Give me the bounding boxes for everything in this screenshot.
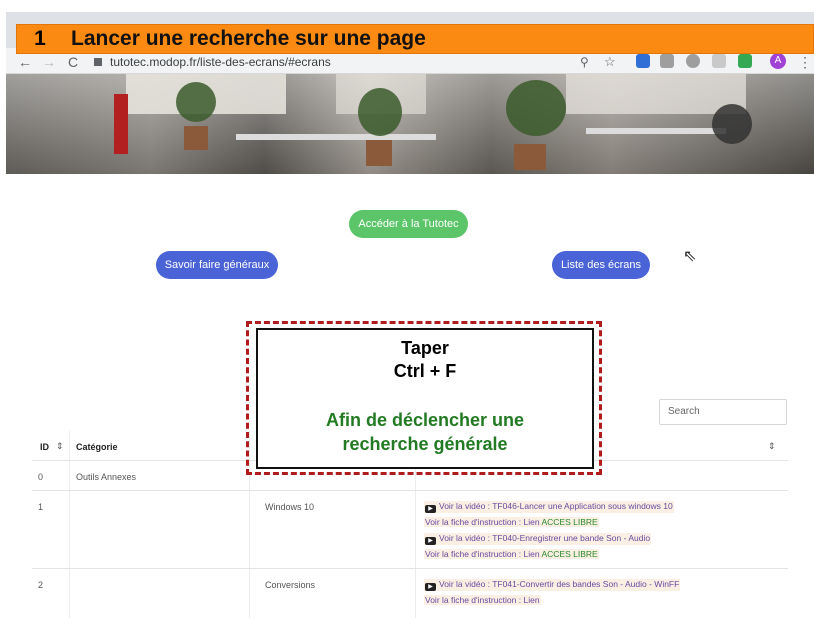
row-ecran: Windows 10 [265,502,315,512]
video-link[interactable]: ▶ Voir la vidéo : TF040-Enregistrer une b… [424,533,652,545]
youtube-play-icon: ▶ [425,505,436,513]
pdf-extension-icon[interactable] [660,54,674,68]
url-text: tutotec.modop.fr/liste-des-ecrans/#ecran… [110,55,331,69]
hero-plant [176,82,216,122]
cast-icon[interactable] [712,54,726,68]
hero-plant [506,80,566,136]
instruction-link[interactable]: Voir la fiche d'instruction : Lien ACCES… [424,517,599,527]
search-input[interactable]: Search [659,399,787,425]
row-id: 2 [38,580,44,590]
annotation-line-4: recherche générale [342,434,508,454]
annotation-shortcut: Ctrl + F [393,361,457,381]
mouse-pointer-icon: ⇖ [683,248,697,265]
video-link[interactable]: ▶ Voir la vidéo : TF046-Lancer une Applic… [424,501,674,513]
circle-extension-icon[interactable] [686,54,700,68]
savoir-faire-button[interactable]: Savoir faire généraux [156,251,278,279]
profile-avatar[interactable]: A [770,53,786,69]
annotation-line-1: Taper [401,338,449,358]
sort-icon[interactable]: ⇕ [56,441,64,452]
row-categorie: Outils Annexes [76,472,137,482]
hero-pot [514,144,546,170]
shield-extension-icon[interactable] [738,54,752,68]
back-arrow-icon[interactable]: ← [18,52,32,72]
reload-icon[interactable]: C [68,52,78,72]
forward-arrow-icon[interactable]: → [42,52,56,72]
row-id: 1 [38,502,44,512]
annotation-callout: Taper Ctrl + F Afin de déclencher une re… [246,321,602,475]
column-header-categorie[interactable]: Catégorie [76,442,118,452]
column-header-id[interactable]: ID [40,442,49,452]
row-id: 0 [38,472,44,482]
office-hero-image [6,74,814,174]
row-ecran: Conversions [265,580,316,590]
video-link[interactable]: ▶ Voir la vidéo : TF041-Convertir des ban… [424,579,681,591]
hero-desk [236,134,436,140]
tutotec-button[interactable]: Accéder à la Tutotec [349,210,468,238]
instruction-link[interactable]: Voir la fiche d'instruction : Lien ACCES… [424,549,599,559]
hero-pot [366,140,392,166]
address-bar[interactable]: tutotec.modop.fr/liste-des-ecrans/#ecran… [94,52,564,72]
youtube-play-icon: ▶ [425,583,436,591]
hero-pot [184,126,208,150]
lock-icon [94,58,102,66]
extension-icon[interactable] [636,54,650,68]
annotation-line-3: Afin de déclencher une [325,410,525,430]
hero-desk [586,128,726,134]
hero-ball [712,104,752,144]
step-number: 1 [19,26,61,52]
title-banner: 1 Lancer une recherche sur une page [16,24,814,54]
bookmark-star-icon[interactable]: ☆ [604,52,616,72]
youtube-play-icon: ▶ [425,537,436,545]
table-row: 2 Conversions ▶ Voir la vidéo : TF041-Con… [32,569,788,618]
banner-title: Lancer une recherche sur une page [71,27,426,50]
liste-ecrans-button[interactable]: Liste des écrans [552,251,650,279]
hero-plant [358,88,402,136]
table-row: 1 Windows 10 ▶ Voir la vidéo : TF046-Lanc… [32,491,788,569]
zoom-icon[interactable]: ⚲ [580,52,589,72]
menu-dots-icon[interactable]: ⋮ [798,52,812,72]
sort-icon[interactable]: ⇕ [768,441,776,452]
screenshot-root: ar ← → C tutotec.modop.fr/liste-des-ecra… [0,0,814,618]
instruction-link[interactable]: Voir la fiche d'instruction : Lien [424,595,541,605]
hero-red-chair [114,94,128,154]
annotation-box: Taper Ctrl + F Afin de déclencher une re… [256,328,594,469]
